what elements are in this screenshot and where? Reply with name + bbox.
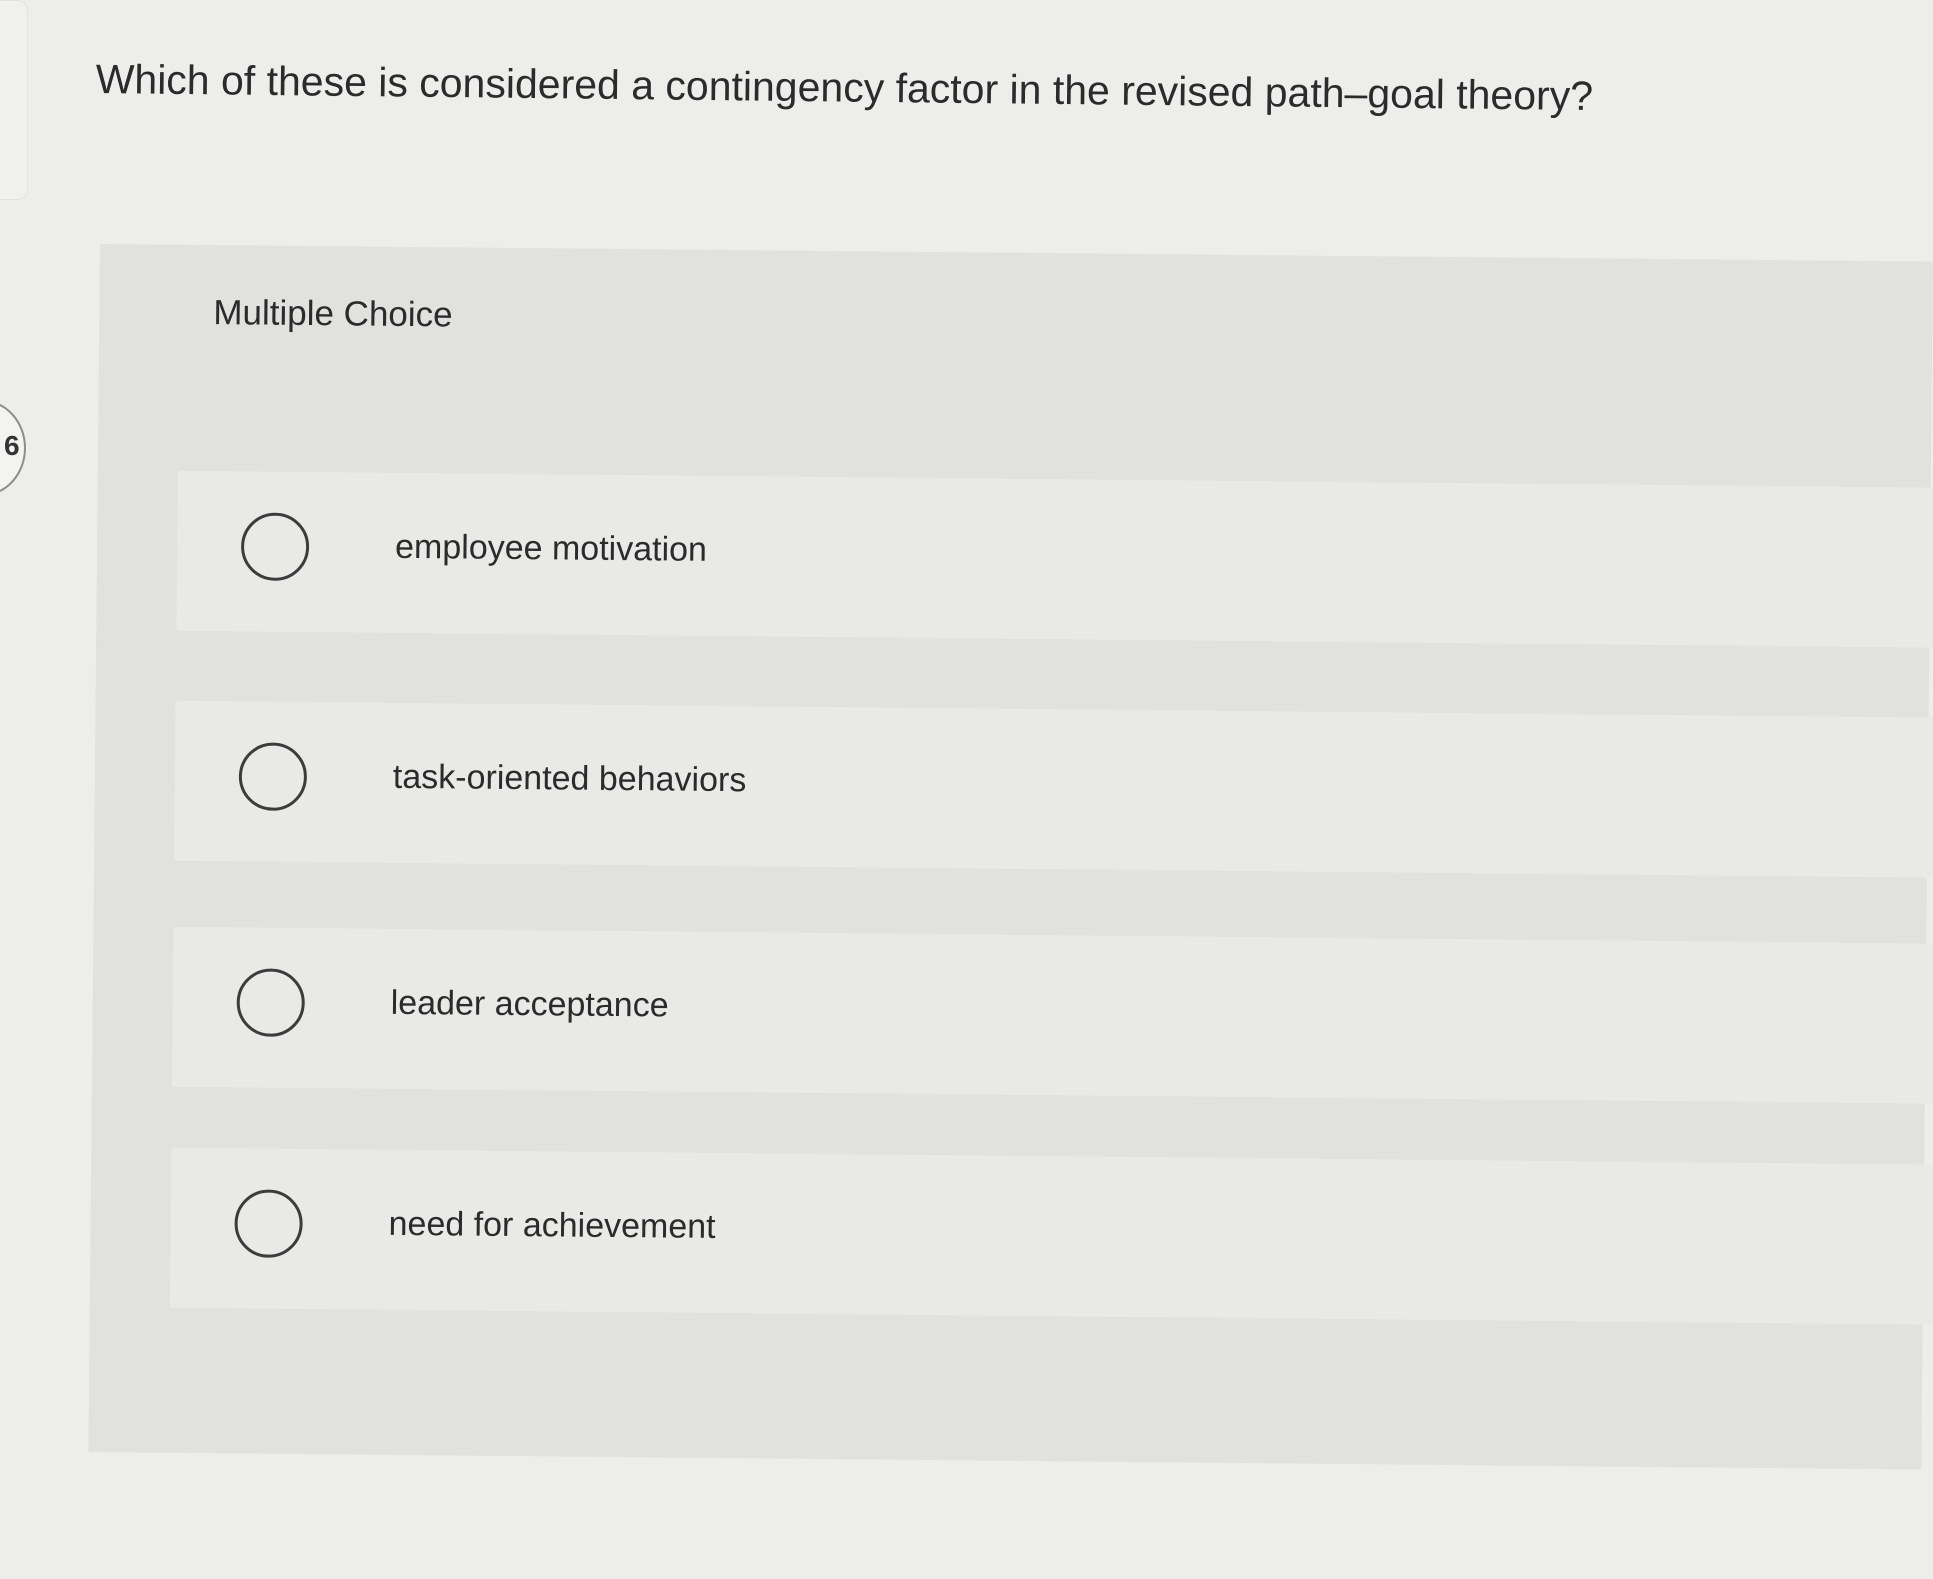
answer-option-label: task-oriented behaviors	[392, 757, 747, 800]
answer-option-label: leader acceptance	[390, 983, 669, 1025]
question-number-badge: 6	[0, 400, 26, 496]
answer-option-label: need for achievement	[388, 1204, 716, 1246]
question-prompt: Which of these is considered a contingen…	[95, 56, 1594, 119]
radio-button-icon[interactable]	[238, 742, 308, 812]
radio-button-icon[interactable]	[236, 968, 306, 1037]
radio-button-icon[interactable]	[234, 1189, 303, 1258]
question-number: 6	[4, 430, 20, 461]
answer-option-label: employee motivation	[394, 527, 708, 569]
answer-option-2[interactable]: task-oriented behaviors	[174, 700, 1933, 879]
previous-question-card-edge	[0, 0, 28, 200]
answer-option-4[interactable]: need for achievement	[169, 1147, 1933, 1325]
answer-option-1[interactable]: employee motivation	[176, 470, 1933, 649]
answer-option-3[interactable]: leader acceptance	[171, 926, 1933, 1105]
question-type-label: Multiple Choice	[213, 293, 453, 335]
radio-button-icon[interactable]	[240, 512, 310, 582]
answer-panel: Multiple Choice employee motivation task…	[88, 244, 1933, 1470]
